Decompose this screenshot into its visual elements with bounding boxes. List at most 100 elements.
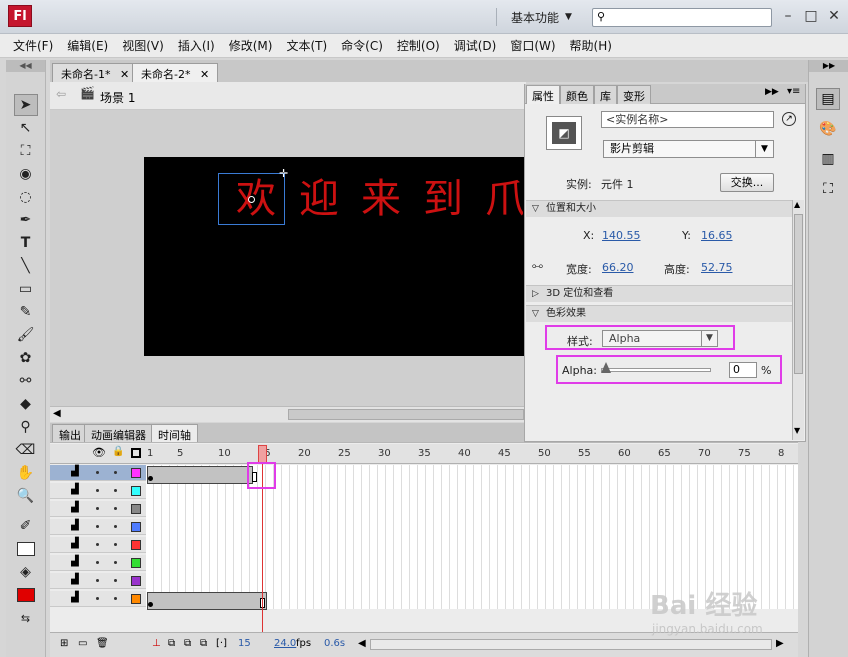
rectangle-tool-icon[interactable]: ▭ <box>14 278 38 300</box>
collapse-icon[interactable]: ▶▶ <box>809 60 848 72</box>
edit-multiple-icon[interactable]: ⧉ <box>200 638 207 649</box>
collapse-icon[interactable]: ◀◀ <box>6 60 45 72</box>
scroll-thumb[interactable] <box>794 214 803 374</box>
fps-value[interactable]: 24.0 <box>274 638 296 649</box>
eye-icon[interactable]: 👁 <box>92 446 106 459</box>
visibility-dot[interactable] <box>96 507 99 510</box>
stage-scrollbar[interactable]: ◀ <box>50 406 526 422</box>
scroll-left-icon[interactable]: ◀ <box>53 408 61 419</box>
visibility-dot[interactable] <box>114 579 117 582</box>
paint-bucket-icon[interactable]: ◆ <box>14 393 38 415</box>
symbol-type-select[interactable]: 影片剪辑 ▼ <box>603 140 774 158</box>
eyedropper-icon[interactable]: ⚲ <box>14 416 38 438</box>
visibility-dot[interactable] <box>114 507 117 510</box>
scroll-right-icon[interactable]: ▶ <box>776 638 784 649</box>
link-icon[interactable]: ⧟ <box>532 259 543 273</box>
fill-color-icon[interactable]: ◈ <box>14 561 38 583</box>
tab-color[interactable]: 颜色 <box>560 85 594 104</box>
back-arrow-icon[interactable]: ⇦ <box>56 87 66 101</box>
close-icon[interactable]: ✕ <box>200 68 209 81</box>
stage-char[interactable]: 迎 <box>299 174 339 224</box>
visibility-dot[interactable] <box>114 471 117 474</box>
center-frame-icon[interactable]: ⊥ <box>152 638 161 649</box>
fill-color-swatch[interactable] <box>14 584 38 606</box>
scroll-up-icon[interactable]: ▲ <box>794 200 800 209</box>
menu-edit[interactable]: 编辑(E) <box>60 37 115 54</box>
minimize-icon[interactable]: – <box>778 6 798 26</box>
menu-help[interactable]: 帮助(H) <box>563 37 619 54</box>
hand-tool-icon[interactable]: ✋ <box>14 462 38 484</box>
outline-icon[interactable] <box>131 448 141 458</box>
menu-insert[interactable]: 插入(I) <box>171 37 222 54</box>
library-icon[interactable]: ▥ <box>816 148 840 170</box>
onion-markers-icon[interactable]: [·] <box>216 638 227 649</box>
visibility-dot[interactable] <box>96 471 99 474</box>
onion-outline-icon[interactable]: ⧉ <box>184 638 191 649</box>
visibility-dot[interactable] <box>114 489 117 492</box>
collapse-icon[interactable]: ▶▶ <box>765 87 779 97</box>
scroll-left-icon[interactable]: ◀ <box>358 638 366 649</box>
delete-icon[interactable]: 🗑 <box>96 638 109 649</box>
section-color-effect[interactable]: ▽ 色彩效果 <box>526 305 792 322</box>
scroll-thumb[interactable] <box>288 409 524 420</box>
menu-window[interactable]: 窗口(W) <box>503 37 562 54</box>
playhead[interactable] <box>258 445 267 463</box>
tab-timeline[interactable]: 时间轴 <box>151 424 198 442</box>
layer-row[interactable]: ▟ <box>50 555 146 571</box>
properties-icon[interactable]: ▤ <box>816 88 840 110</box>
close-icon[interactable]: ✕ <box>120 68 129 81</box>
lasso-icon[interactable]: ◌ <box>14 186 38 208</box>
panel-menu-icon[interactable]: ▾≡ <box>787 86 800 97</box>
menu-control[interactable]: 控制(O) <box>390 37 447 54</box>
keyframe-icon[interactable] <box>148 476 153 481</box>
stage-char[interactable]: 爪 <box>485 174 523 224</box>
zoom-tool-icon[interactable]: 🔍 <box>14 485 38 507</box>
swap-button[interactable]: 交换... <box>720 173 774 192</box>
stroke-color-icon[interactable]: ✐ <box>14 515 38 537</box>
visibility-dot[interactable] <box>96 561 99 564</box>
scene-label[interactable]: 场景 1 <box>100 89 135 106</box>
doc-tab-1[interactable]: 未命名-1* ✕ <box>52 63 139 82</box>
pencil-tool-icon[interactable]: ✎ <box>14 301 38 323</box>
visibility-dot[interactable] <box>114 525 117 528</box>
new-layer-icon[interactable]: ⊞ <box>60 638 68 649</box>
new-folder-icon[interactable]: ▭ <box>78 638 87 649</box>
subselection-tool-icon[interactable]: ↖ <box>14 117 38 139</box>
height-value[interactable]: 52.75 <box>701 261 733 274</box>
layer-color-swatch[interactable] <box>131 468 141 478</box>
layer-row[interactable]: ▟ <box>50 501 146 517</box>
edit-icon[interactable]: ↗ <box>782 112 796 126</box>
line-tool-icon[interactable]: ╲ <box>14 255 38 277</box>
layer-row[interactable]: ▟ <box>50 537 146 553</box>
layer-row[interactable]: ▟ <box>50 483 146 499</box>
workspace-switcher[interactable]: 基本功能 ▼ <box>496 8 572 26</box>
visibility-dot[interactable] <box>114 543 117 546</box>
eraser-icon[interactable]: ⌫ <box>14 439 38 461</box>
stage-char[interactable]: 到 <box>423 174 463 224</box>
layer-row[interactable]: ▟ <box>50 573 146 589</box>
x-value[interactable]: 140.55 <box>602 229 641 242</box>
width-value[interactable]: 66.20 <box>602 261 634 274</box>
tab-transform[interactable]: 变形 <box>617 85 651 104</box>
text-tool-icon[interactable]: T <box>14 232 38 254</box>
props-scrollbar[interactable]: ▲ ▼ <box>792 200 804 440</box>
visibility-dot[interactable] <box>96 579 99 582</box>
search-input[interactable] <box>613 9 763 25</box>
deco-tool-icon[interactable]: ✿ <box>14 347 38 369</box>
tab-properties[interactable]: 属性 <box>526 85 560 104</box>
stroke-color-swatch[interactable] <box>14 538 38 560</box>
menu-modify[interactable]: 修改(M) <box>222 37 280 54</box>
3d-rotation-icon[interactable]: ◉ <box>14 163 38 185</box>
free-transform-icon[interactable]: ⛶ <box>14 140 38 162</box>
layer-color-swatch[interactable] <box>131 486 141 496</box>
visibility-dot[interactable] <box>114 597 117 600</box>
layer-color-swatch[interactable] <box>131 504 141 514</box>
menu-debug[interactable]: 调试(D) <box>447 37 504 54</box>
keyframe-icon[interactable] <box>148 602 153 607</box>
search-box[interactable]: ⚲ <box>592 8 772 27</box>
tab-output[interactable]: 输出 <box>52 424 88 442</box>
layer-color-swatch[interactable] <box>131 558 141 568</box>
scroll-down-icon[interactable]: ▼ <box>794 426 800 435</box>
pen-tool-icon[interactable]: ✒ <box>14 209 38 231</box>
color-palette-icon[interactable]: 🎨 <box>816 118 840 140</box>
